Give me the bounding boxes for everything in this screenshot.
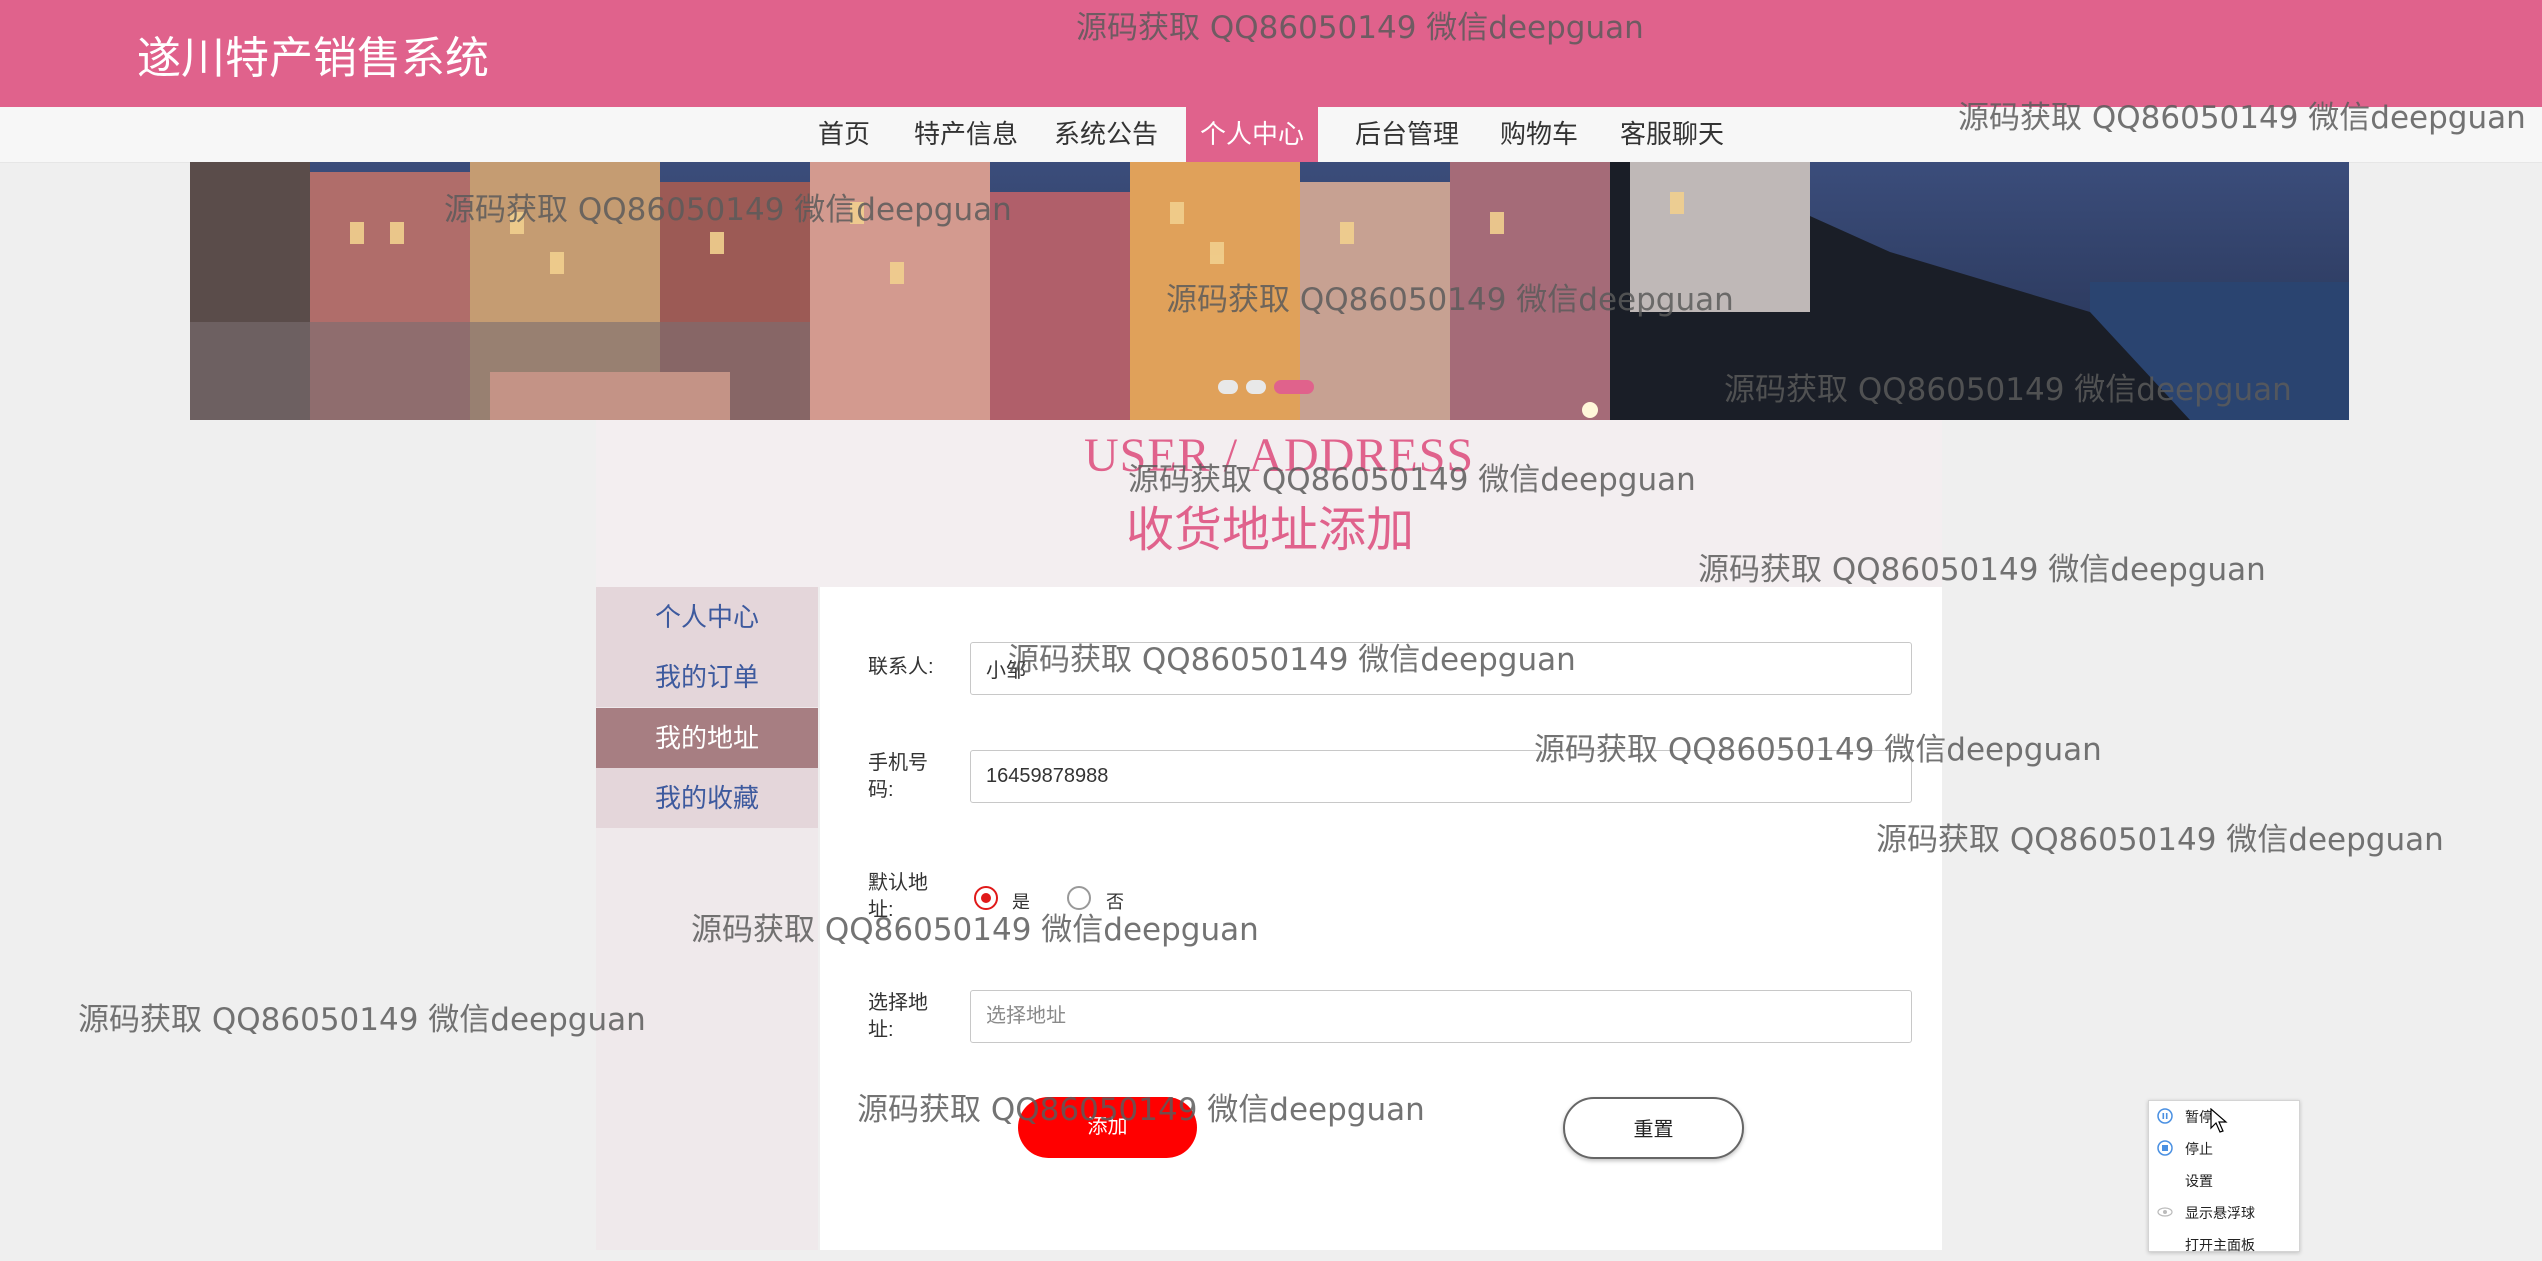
watermark-text: 源码获取 QQ86050149 微信deepguan bbox=[1128, 462, 1696, 498]
nav-item-announcements[interactable]: 系统公告 bbox=[1040, 107, 1172, 162]
page-title: 收货地址添加 bbox=[1126, 502, 1415, 558]
context-menu-label: 暂停 bbox=[2185, 1109, 2213, 1125]
watermark-text: 源码获取 QQ86050149 微信deepguan bbox=[444, 192, 1012, 228]
address-select-input[interactable] bbox=[970, 990, 1912, 1043]
context-menu-label: 打开主面板 bbox=[2185, 1237, 2255, 1253]
contact-label: 联系人: bbox=[868, 656, 934, 678]
context-menu-item-open-main-panel[interactable]: 打开主面板 bbox=[2149, 1229, 2299, 1261]
watermark-text: 源码获取 QQ86050149 微信deepguan bbox=[691, 912, 1259, 948]
nav-item-home[interactable]: 首页 bbox=[804, 107, 884, 162]
sidebar-item-my-address[interactable]: 我的地址 bbox=[596, 708, 818, 768]
context-menu-label: 停止 bbox=[2185, 1141, 2213, 1157]
watermark-text: 源码获取 QQ86050149 微信deepguan bbox=[857, 1092, 1425, 1128]
reset-button[interactable]: 重置 bbox=[1563, 1097, 1744, 1159]
watermark-text: 源码获取 QQ86050149 微信deepguan bbox=[1534, 732, 2102, 768]
watermark-text: 源码获取 QQ86050149 微信deepguan bbox=[1876, 822, 2444, 858]
watermark-text: 源码获取 QQ86050149 微信deepguan bbox=[1166, 282, 1734, 318]
nav-item-personal-center[interactable]: 个人中心 bbox=[1186, 107, 1319, 162]
pause-icon bbox=[2157, 1108, 2173, 1124]
context-menu-item-stop[interactable]: 停止 bbox=[2149, 1133, 2299, 1165]
eye-icon bbox=[2157, 1207, 2173, 1217]
phone-label: 手机号码: bbox=[868, 752, 928, 801]
nav-item-cart[interactable]: 购物车 bbox=[1486, 107, 1592, 162]
context-menu-label: 设置 bbox=[2185, 1173, 2213, 1189]
context-menu-item-settings[interactable]: 设置 bbox=[2149, 1165, 2299, 1197]
stop-icon bbox=[2157, 1140, 2173, 1156]
address-select-label: 选择地址: bbox=[868, 992, 928, 1041]
carousel-dots bbox=[1218, 378, 1322, 396]
nav-item-admin[interactable]: 后台管理 bbox=[1341, 107, 1473, 162]
watermark-text: 源码获取 QQ86050149 微信deepguan bbox=[1724, 372, 2292, 408]
watermark-text: 源码获取 QQ86050149 微信deepguan bbox=[1698, 552, 2266, 588]
nav-item-chat[interactable]: 客服聊天 bbox=[1606, 107, 1738, 162]
watermark-text: 源码获取 QQ86050149 微信deepguan bbox=[1076, 10, 1644, 46]
carousel-dot-1[interactable] bbox=[1218, 379, 1238, 394]
mouse-cursor-icon bbox=[2210, 1108, 2228, 1133]
context-menu-label: 显示悬浮球 bbox=[2185, 1205, 2255, 1221]
watermark-text: 源码获取 QQ86050149 微信deepguan bbox=[1008, 642, 1576, 678]
carousel-dot-2[interactable] bbox=[1246, 379, 1266, 394]
sidebar-item-my-favorites[interactable]: 我的收藏 bbox=[596, 768, 818, 828]
site-title[interactable]: 遂川特产销售系统 bbox=[137, 22, 489, 86]
watermark-text: 源码获取 QQ86050149 微信deepguan bbox=[78, 1002, 646, 1038]
sidebar-item-personal-center[interactable]: 个人中心 bbox=[596, 587, 818, 647]
context-menu-item-show-float-ball[interactable]: 显示悬浮球 bbox=[2149, 1197, 2299, 1229]
carousel-dot-3[interactable] bbox=[1274, 379, 1314, 394]
nav-item-products[interactable]: 特产信息 bbox=[900, 107, 1032, 162]
sidebar-item-my-orders[interactable]: 我的订单 bbox=[596, 647, 818, 707]
watermark-text: 源码获取 QQ86050149 微信deepguan bbox=[1958, 100, 2526, 136]
